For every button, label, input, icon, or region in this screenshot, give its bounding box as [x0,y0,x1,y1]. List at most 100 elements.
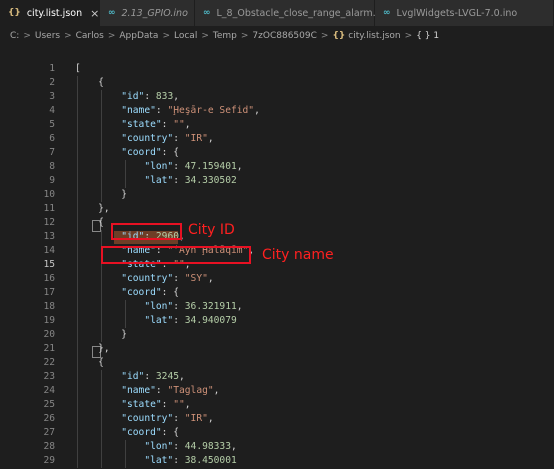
code-text: { [75,217,104,228]
breadcrumb-symbol[interactable]: { } 1 [416,31,439,41]
code-line[interactable]: 28 "lon": 44.98333, [0,440,554,454]
breadcrumb-separator: > [162,31,170,41]
code-text: { [75,357,104,368]
code-line[interactable]: 7 "coord": { [0,146,554,160]
code-line[interactable]: 9 "lat": 34.330502 [0,174,554,188]
breadcrumb-item[interactable]: AppData [119,31,158,41]
code-editor[interactable]: 1[2 {3 "id": 833, 4 "name": "Ḩeşār-e Sefi… [0,62,554,469]
tab-2[interactable]: ∞ 2.13_GPIO.ino [100,0,195,26]
line-number: 6 [49,133,55,144]
line-number: 1 [49,63,55,74]
code-line[interactable]: 3 "id": 833, [0,90,554,104]
code-text: "lon": 47.159401, [144,161,243,172]
code-text: "lat": 34.330502 [144,175,237,186]
code-text: "coord": { [121,147,179,158]
code-line[interactable]: 21 }, [0,342,554,356]
arduino-file-icon: ∞ [203,8,211,18]
tab-4[interactable]: ∞ LvglWidgets-LVGL-7.0.ino [375,0,554,26]
tab-label: L_8_Obstacle_close_range_alarm.ino [216,7,391,19]
code-line[interactable]: 29 "lat": 38.450001 [0,454,554,468]
line-number: 20 [43,329,55,340]
breadcrumb-item[interactable]: Temp [213,31,237,41]
line-number: 12 [43,217,55,228]
line-number: 9 [49,175,55,186]
arduino-file-icon: ∞ [383,8,391,18]
code-line[interactable]: 23 "id": 3245, [0,370,554,384]
code-line[interactable]: 6 "country": "IR", [0,132,554,146]
code-text: "name": "Taglag", [121,385,220,396]
code-text: "lat": 34.940079 [144,315,237,326]
line-number: 23 [43,371,55,382]
breadcrumb-separator: > [240,31,249,41]
code-line[interactable]: 13 "id": 2960, [0,230,554,244]
city-id-box [111,223,182,240]
breadcrumb-separator: > [404,31,413,41]
tab-1[interactable]: {} city.list.json × [0,0,100,26]
code-line[interactable]: 20 } [0,328,554,342]
line-number: 2 [49,77,55,88]
city-name-annotation: City name [262,247,334,263]
tab-3[interactable]: ∞ L_8_Obstacle_close_range_alarm.ino [195,0,390,26]
code-text: "country": "SY", [121,273,214,284]
code-line[interactable]: 19 "lat": 34.940079 [0,314,554,328]
code-line[interactable]: 5 "state": "", [0,118,554,132]
line-number: 5 [49,119,55,130]
breadcrumb-item[interactable]: Users [35,31,60,41]
close-icon[interactable]: × [90,7,99,20]
breadcrumb-item[interactable]: C: [10,31,19,41]
breadcrumb-item[interactable]: Carlos [76,31,104,41]
line-number: 18 [43,301,55,312]
code-line[interactable]: 26 "country": "IR", [0,412,554,426]
line-number: 24 [43,385,55,396]
code-line[interactable]: 18 "lon": 36.321911, [0,300,554,314]
breadcrumb-separator: > [201,31,209,41]
city-name-box [101,246,251,264]
tab-label: 2.13_GPIO.ino [121,7,188,19]
code-text: "lon": 36.321911, [144,301,243,312]
code-text: "lat": 38.450001 [144,455,237,466]
code-line[interactable]: 27 "coord": { [0,426,554,440]
line-number: 3 [49,91,55,102]
code-line[interactable]: 12 { [0,216,554,230]
line-number: 19 [43,315,55,326]
json-file-icon: {} [332,31,346,41]
line-number: 7 [49,147,55,158]
code-line[interactable]: 1[ [0,62,554,76]
line-number: 28 [43,441,55,452]
line-number: 25 [43,399,55,410]
breadcrumb-file[interactable]: city.list.json [348,31,400,41]
line-number: 15 [43,259,55,270]
code-text: } [75,329,127,340]
code-text: "country": "IR", [121,413,214,424]
code-text: { [75,77,104,88]
code-line[interactable]: 24 "name": "Taglag", [0,384,554,398]
json-file-icon: {} [8,8,21,18]
breadcrumb-item[interactable]: 7zOC886509C [252,31,316,41]
code-text: "country": "IR", [121,133,214,144]
line-number: 27 [43,427,55,438]
code-line[interactable]: 17 "coord": { [0,286,554,300]
code-line[interactable]: 11 }, [0,202,554,216]
code-text: "id": 833, [121,91,179,102]
line-number: 13 [43,231,55,242]
line-number: 17 [43,287,55,298]
breadcrumb-separator: > [23,31,31,41]
tab-label: LvglWidgets-LVGL-7.0.ino [396,7,518,19]
code-line[interactable]: 16 "country": "SY", [0,272,554,286]
line-number: 11 [43,203,55,214]
code-line[interactable]: 10 } [0,188,554,202]
code-text: "state": "", [121,119,191,130]
breadcrumb-separator: > [107,31,116,41]
code-line[interactable]: 2 { [0,76,554,90]
code-text: "coord": { [121,287,179,298]
code-line[interactable]: 25 "state": "", [0,398,554,412]
line-number: 22 [43,357,55,368]
code-line[interactable]: 22 { [0,356,554,370]
line-number: 14 [43,245,55,256]
code-text: "name": "Ḩeşār-e Sefid", [121,105,260,116]
line-number: 16 [43,273,55,284]
code-line[interactable]: 4 "name": "Ḩeşār-e Sefid", [0,104,554,118]
line-number: 8 [49,161,55,172]
code-line[interactable]: 8 "lon": 47.159401, [0,160,554,174]
breadcrumb-item[interactable]: Local [174,31,197,41]
